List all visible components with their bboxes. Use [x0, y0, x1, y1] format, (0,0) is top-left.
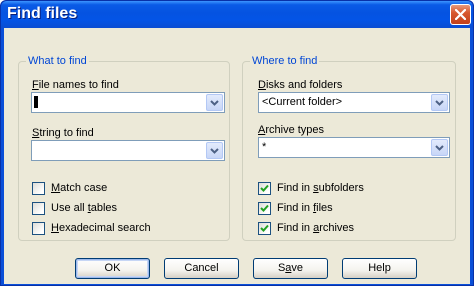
cancel-button-label: Cancel: [184, 262, 219, 274]
find-in-subfolders-label: Find in subfolders: [277, 182, 364, 194]
dialog-body: What to find File names to find String t…: [4, 28, 470, 284]
checkbox-box[interactable]: [258, 202, 271, 215]
title-bar[interactable]: Find files: [1, 1, 473, 28]
disks-and-folders-dropdown-button[interactable]: [431, 94, 448, 111]
file-names-label: File names to find: [32, 79, 119, 91]
hexadecimal-search-label: Hexadecimal search: [51, 222, 151, 234]
close-button[interactable]: [450, 4, 471, 25]
checkbox-box[interactable]: [32, 182, 45, 195]
archive-types-label: Archive types: [258, 124, 325, 136]
save-button-label: Save: [277, 262, 304, 274]
checkbox-box[interactable]: [258, 222, 271, 235]
disks-and-folders-label: Disks and folders: [258, 79, 343, 91]
cancel-button[interactable]: Cancel: [164, 258, 239, 279]
string-to-find-dropdown-button[interactable]: [206, 142, 223, 159]
where-to-find-label: Where to find: [250, 55, 320, 67]
archive-types-combo[interactable]: *: [258, 137, 450, 158]
save-button[interactable]: Save: [253, 258, 328, 279]
chevron-down-icon: [435, 145, 444, 151]
archive-types-dropdown-button[interactable]: [431, 139, 448, 156]
match-case-label: Match case: [51, 182, 108, 194]
string-to-find-combo[interactable]: [31, 140, 225, 161]
help-button[interactable]: Help: [342, 258, 417, 279]
checkbox-box[interactable]: [258, 182, 271, 195]
checkmark-icon: [260, 184, 269, 192]
help-button-label: Help: [368, 262, 391, 274]
checkbox-box[interactable]: [32, 202, 45, 215]
checkmark-icon: [260, 204, 269, 212]
ok-button[interactable]: OK: [75, 258, 150, 279]
checkbox-box[interactable]: [32, 222, 45, 235]
what-to-find-label: What to find: [26, 55, 89, 67]
archive-types-value: *: [262, 141, 267, 153]
chevron-down-icon: [435, 100, 444, 106]
find-in-files-label: Find in files: [277, 202, 333, 214]
find-files-dialog: Find files What to find File names to fi…: [0, 0, 474, 286]
text-cursor: [34, 96, 38, 108]
ok-button-label: OK: [104, 262, 121, 274]
chevron-down-icon: [210, 100, 219, 106]
disks-and-folders-value: <Current folder>: [262, 96, 343, 108]
window-title: Find files: [7, 5, 78, 22]
close-icon: [455, 9, 466, 20]
file-names-dropdown-button[interactable]: [206, 94, 223, 111]
chevron-down-icon: [210, 148, 219, 154]
find-in-archives-label: Find in archives: [277, 222, 355, 234]
file-names-combo[interactable]: [31, 92, 225, 113]
use-all-tables-label: Use all tables: [51, 202, 118, 214]
disks-and-folders-combo[interactable]: <Current folder>: [258, 92, 450, 113]
checkmark-icon: [260, 224, 269, 232]
string-to-find-label: String to find: [32, 127, 94, 139]
